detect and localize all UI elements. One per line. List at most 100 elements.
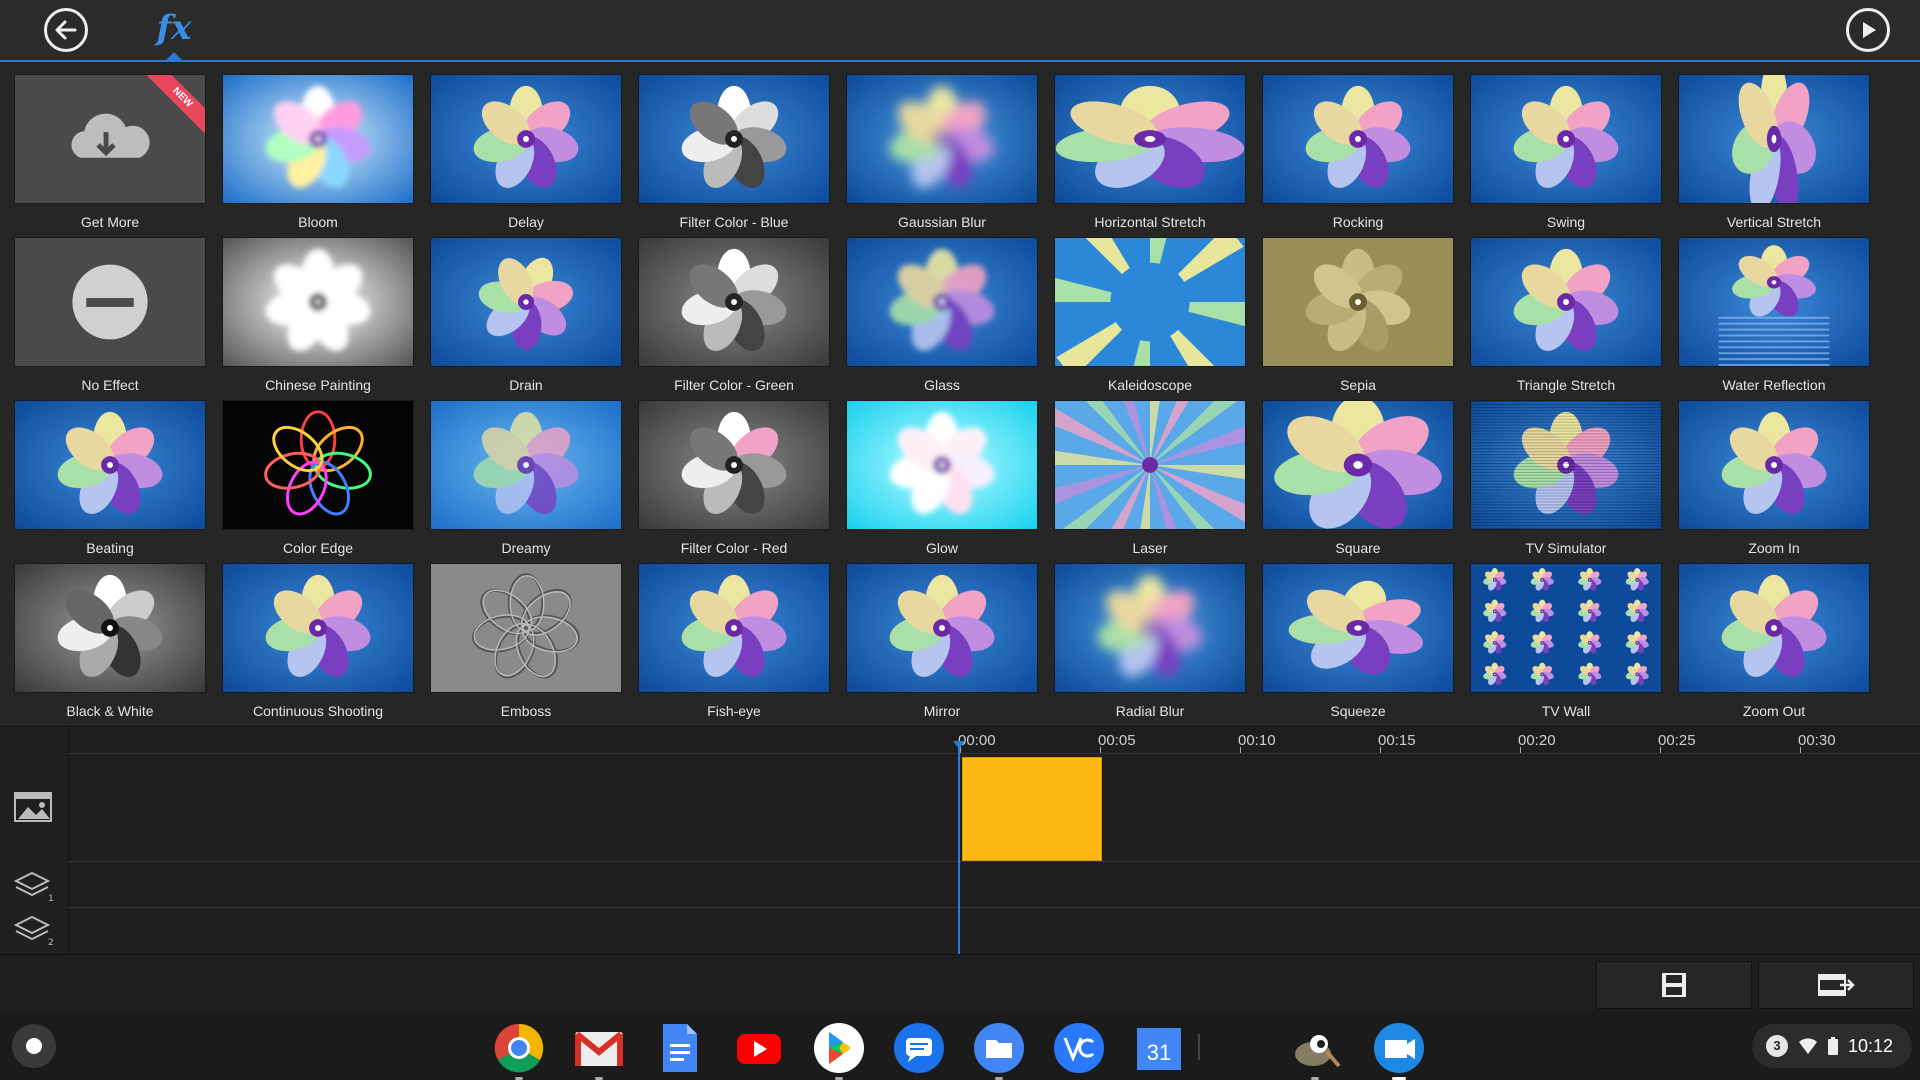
effect-tile[interactable]: Delay [430, 74, 622, 237]
effect-thumbnail [638, 400, 830, 530]
flower-preview-image [1679, 238, 1869, 366]
effect-tile[interactable]: Bloom [222, 74, 414, 237]
effect-tile[interactable]: Vertical Stretch [1678, 74, 1870, 237]
gmail-app[interactable] [573, 1022, 625, 1080]
effect-tile[interactable]: Water Reflection [1678, 237, 1870, 400]
effect-thumbnail [430, 237, 622, 367]
effect-tile[interactable]: Swing [1470, 74, 1662, 237]
video-track-icon[interactable] [12, 789, 56, 825]
flower-preview-image [1263, 75, 1453, 203]
flower-preview-image [1055, 238, 1245, 366]
flower-preview-image [431, 238, 621, 366]
timeline-panel: 1 2 00:00 00:05 00:10 00:15 00:20 00:25 00:30 [0, 726, 1920, 955]
effect-tile[interactable]: Square [1262, 400, 1454, 563]
flower-preview-image [1679, 401, 1869, 529]
messages-app[interactable] [893, 1022, 945, 1074]
effect-tile[interactable]: No Effect [14, 237, 206, 400]
effect-label: Drain [509, 377, 543, 393]
effect-tile[interactable]: Glow [846, 400, 1038, 563]
effect-thumbnail [1678, 74, 1870, 204]
effect-tile[interactable]: Zoom Out [1678, 563, 1870, 726]
chrome-icon [494, 1023, 544, 1073]
effect-tile[interactable]: Mirror [846, 563, 1038, 726]
playhead[interactable] [958, 745, 960, 955]
effect-tile[interactable]: TV Wall [1470, 563, 1662, 726]
effect-thumbnail: NEW [14, 74, 206, 204]
effect-label: Rocking [1332, 214, 1384, 230]
effect-tile[interactable]: Zoom In [1678, 400, 1870, 563]
svg-text:2: 2 [48, 938, 54, 947]
overlay-track-2-icon[interactable]: 2 [12, 911, 56, 947]
messages-icon [894, 1023, 944, 1073]
flower-preview-image [15, 564, 205, 692]
effect-tile[interactable]: Filter Color - Red [638, 400, 830, 563]
overlay-track-1-icon[interactable]: 1 [12, 867, 56, 903]
export-button[interactable] [1758, 961, 1914, 1009]
effect-tile[interactable]: Glass [846, 237, 1038, 400]
effect-tile[interactable]: Chinese Painting [222, 237, 414, 400]
effect-label: Water Reflection [1722, 377, 1826, 393]
effect-tile[interactable]: Kaleidoscope [1054, 237, 1246, 400]
effect-tile[interactable]: Laser [1054, 400, 1246, 563]
calendar-app[interactable]: 31 [1133, 1022, 1185, 1074]
effect-thumbnail [222, 237, 414, 367]
effect-tile[interactable]: Color Edge [222, 400, 414, 563]
effect-thumbnail [1054, 400, 1246, 530]
youtube-app[interactable] [733, 1022, 785, 1074]
save-icon [1662, 973, 1686, 997]
effect-tile[interactable]: Triangle Stretch [1470, 237, 1662, 400]
launcher-button[interactable] [12, 1024, 56, 1068]
effect-thumbnail [1262, 563, 1454, 693]
vectr-app[interactable] [1053, 1022, 1105, 1074]
flower-preview-image [847, 75, 1037, 203]
effect-tile[interactable]: NEW Get More [14, 74, 206, 237]
effect-label: Kaleidoscope [1107, 377, 1193, 393]
status-tray[interactable]: 3 10:12 [1752, 1024, 1912, 1068]
flower-preview-image [847, 401, 1037, 529]
effect-tile[interactable]: Filter Color - Green [638, 237, 830, 400]
effect-tile[interactable]: Sepia [1262, 237, 1454, 400]
gimp-app[interactable] [1289, 1022, 1341, 1080]
effect-label: TV Simulator [1525, 540, 1607, 556]
effect-thumbnail [846, 563, 1038, 693]
effect-label: Filter Color - Green [674, 377, 794, 393]
arrow-left-icon [55, 20, 77, 40]
os-shelf: 31 3 10:12 [0, 1010, 1920, 1080]
files-app[interactable] [973, 1022, 1025, 1080]
save-button[interactable] [1596, 961, 1752, 1009]
effect-tile[interactable]: Emboss [430, 563, 622, 726]
effect-tile[interactable]: Radial Blur [1054, 563, 1246, 726]
effect-tile[interactable]: Dreamy [430, 400, 622, 563]
playhead-handle[interactable] [953, 741, 965, 749]
effect-tile[interactable]: Drain [430, 237, 622, 400]
video-clip[interactable] [962, 757, 1102, 861]
effect-thumbnail [14, 563, 206, 693]
effect-thumbnail [1054, 563, 1246, 693]
ruler-tick-label: 00:30 [1798, 732, 1836, 749]
effect-tile[interactable]: Fish-eye [638, 563, 830, 726]
docs-app[interactable] [653, 1022, 705, 1074]
effect-thumbnail [430, 74, 622, 204]
video-editor-app[interactable] [1373, 1022, 1425, 1080]
effect-tile[interactable]: Continuous Shooting [222, 563, 414, 726]
play-button[interactable] [1846, 8, 1890, 52]
effect-tile[interactable]: Black & White [14, 563, 206, 726]
ruler-tick-mark [1660, 747, 1661, 753]
effect-label: Mirror [923, 703, 961, 719]
fx-tab[interactable]: fx [152, 6, 196, 61]
effect-tile[interactable]: Beating [14, 400, 206, 563]
time-ruler[interactable]: 00:00 00:05 00:10 00:15 00:20 00:25 00:30 [68, 727, 1920, 754]
effect-tile[interactable]: Squeeze [1262, 563, 1454, 726]
flower-preview-image [223, 75, 413, 203]
effect-tile[interactable]: Filter Color - Blue [638, 74, 830, 237]
effect-label: Glass [924, 377, 960, 393]
effect-label: Radial Blur [1115, 703, 1185, 719]
chrome-app[interactable] [493, 1022, 545, 1080]
back-button[interactable] [44, 8, 88, 52]
effect-tile[interactable]: TV Simulator [1470, 400, 1662, 563]
effect-tile[interactable]: Rocking [1262, 74, 1454, 237]
effect-tile[interactable]: Horizontal Stretch [1054, 74, 1246, 237]
play-store-app[interactable] [813, 1022, 865, 1080]
effect-tile[interactable]: Gaussian Blur [846, 74, 1038, 237]
ruler-tick-label: 00:20 [1518, 732, 1556, 749]
